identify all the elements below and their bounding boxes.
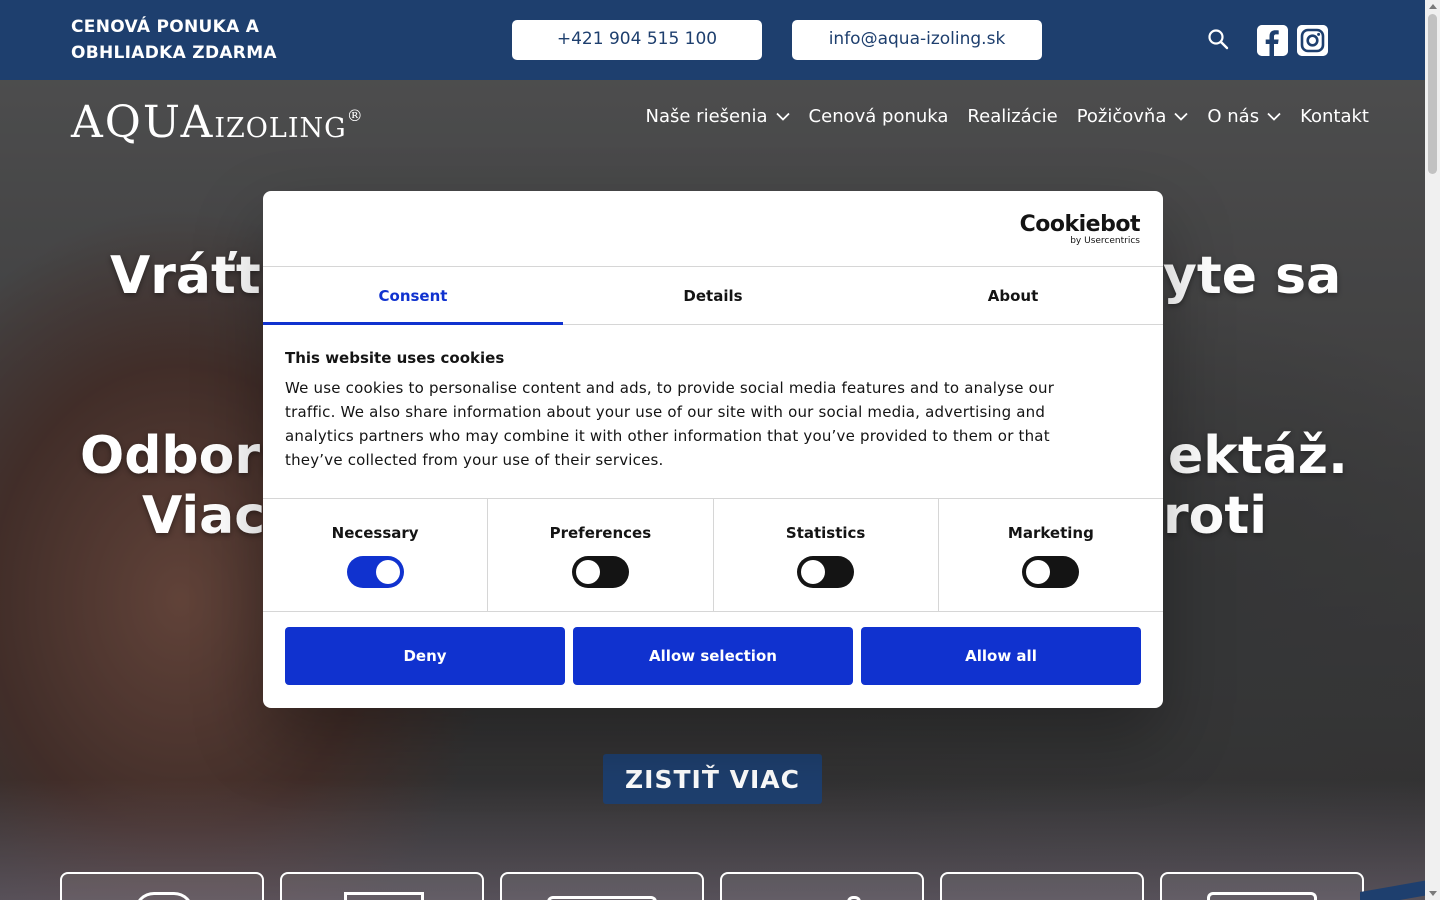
top-bar: CENOVÁ PONUKA A OBHLIADKA ZDARMA +421 90…: [0, 0, 1425, 80]
statistics-switch[interactable]: [797, 556, 855, 588]
allow-selection-button[interactable]: Allow selection: [573, 627, 853, 685]
scroll-up-arrow-icon[interactable]: [1429, 4, 1437, 9]
switch-knob: [575, 560, 600, 584]
nav-item-nase-riesenia[interactable]: Naše riešenia: [646, 106, 790, 127]
preferences-switch[interactable]: [571, 556, 629, 588]
toggle-preferences: Preferences: [488, 499, 714, 611]
facebook-icon[interactable]: [1257, 25, 1288, 56]
service-icon: [344, 892, 424, 900]
search-icon[interactable]: [1206, 27, 1230, 51]
cookie-tabs: Consent Details About: [263, 266, 1163, 325]
toggle-statistics: Statistics: [714, 499, 939, 611]
cookie-body: This website uses cookies We use cookies…: [285, 349, 1095, 472]
site-logo[interactable]: AQUAIZOLING®: [71, 97, 363, 148]
cookie-category-toggles: Necessary Preferences Statistics Marketi…: [263, 498, 1163, 612]
toggle-marketing: Marketing: [939, 499, 1163, 611]
service-card[interactable]: [940, 872, 1144, 900]
nav-item-kontakt[interactable]: Kontakt: [1300, 106, 1369, 127]
service-icon: [1207, 892, 1317, 900]
cookiebot-byline: by Usercentrics: [1070, 236, 1140, 246]
chevron-down-icon: [1174, 112, 1189, 121]
main-nav: Naše riešenia Cenová ponuka Realizácie P…: [646, 106, 1370, 127]
logo-izoling: IZOLING: [214, 113, 347, 144]
necessary-switch[interactable]: [346, 556, 404, 588]
chevron-down-icon: [775, 112, 790, 121]
cookiebot-name: Cookiebot: [1019, 212, 1141, 237]
cookie-title: This website uses cookies: [285, 349, 505, 367]
hero-subheading-fragment: Viac: [142, 486, 266, 546]
cookie-actions: Deny Allow selection Allow all: [285, 627, 1141, 685]
cookiebot-logo: Cookiebot by Usercentrics: [1019, 212, 1141, 247]
tab-about[interactable]: About: [863, 267, 1163, 324]
nav-label: Naše riešenia: [645, 106, 768, 127]
service-card[interactable]: [60, 872, 264, 900]
service-card[interactable]: [720, 872, 924, 900]
nav-item-pozicovna[interactable]: Požičovňa: [1077, 106, 1189, 127]
nav-label: Kontakt: [1300, 106, 1369, 127]
service-icon: [134, 892, 194, 900]
nav-label: Požičovňa: [1076, 106, 1167, 127]
nav-item-cenova-ponuka[interactable]: Cenová ponuka: [809, 106, 949, 127]
service-icon: [547, 896, 657, 900]
email-button[interactable]: info@aqua-izoling.sk: [792, 20, 1042, 60]
toggle-label: Preferences: [549, 524, 652, 542]
instagram-icon[interactable]: [1297, 25, 1328, 56]
switch-knob: [1026, 560, 1051, 584]
tab-consent[interactable]: Consent: [263, 267, 563, 325]
learn-more-button[interactable]: ZISTIŤ VIAC: [603, 754, 822, 804]
service-icon: [847, 896, 861, 900]
switch-knob: [375, 560, 400, 584]
logo-aqua: AQUA: [71, 97, 215, 148]
cookie-consent-dialog: Cookiebot by Usercentrics Consent Detail…: [263, 191, 1163, 708]
scroll-down-arrow-icon[interactable]: [1429, 891, 1437, 896]
service-card[interactable]: [280, 872, 484, 900]
toggle-label: Statistics: [785, 524, 866, 542]
allow-all-button[interactable]: Allow all: [861, 627, 1141, 685]
tab-details[interactable]: Details: [563, 267, 863, 324]
nav-item-realizacie[interactable]: Realizácie: [967, 106, 1057, 127]
deny-button[interactable]: Deny: [285, 627, 565, 685]
scrollbar-thumb[interactable]: [1428, 14, 1437, 174]
service-card[interactable]: [500, 872, 704, 900]
nav-label: O nás: [1207, 106, 1260, 127]
marketing-switch[interactable]: [1022, 556, 1080, 588]
service-card[interactable]: [1160, 872, 1364, 900]
cookie-description: We use cookies to personalise content an…: [285, 379, 1055, 469]
hero-subheading-fragment: ektáž.: [1168, 426, 1348, 486]
hero-subheading-fragment: roti: [1163, 486, 1268, 546]
nav-label: Realizácie: [967, 106, 1058, 127]
promo-text: CENOVÁ PONUKA A OBHLIADKA ZDARMA: [71, 17, 277, 63]
registered-mark: ®: [346, 105, 363, 125]
switch-knob: [801, 560, 826, 584]
nav-item-o-nas[interactable]: O nás: [1207, 106, 1281, 127]
hero-heading-fragment: Vráťt: [110, 246, 261, 306]
toggle-necessary: Necessary: [263, 499, 489, 611]
toggle-label: Marketing: [1007, 524, 1094, 542]
nav-label: Cenová ponuka: [808, 106, 949, 127]
phone-button[interactable]: +421 904 515 100: [512, 20, 762, 60]
page-scrollbar[interactable]: [1425, 0, 1440, 900]
hero-heading-fragment: yte sa: [1163, 246, 1342, 306]
toggle-label: Necessary: [331, 524, 419, 542]
chevron-down-icon: [1267, 112, 1281, 121]
